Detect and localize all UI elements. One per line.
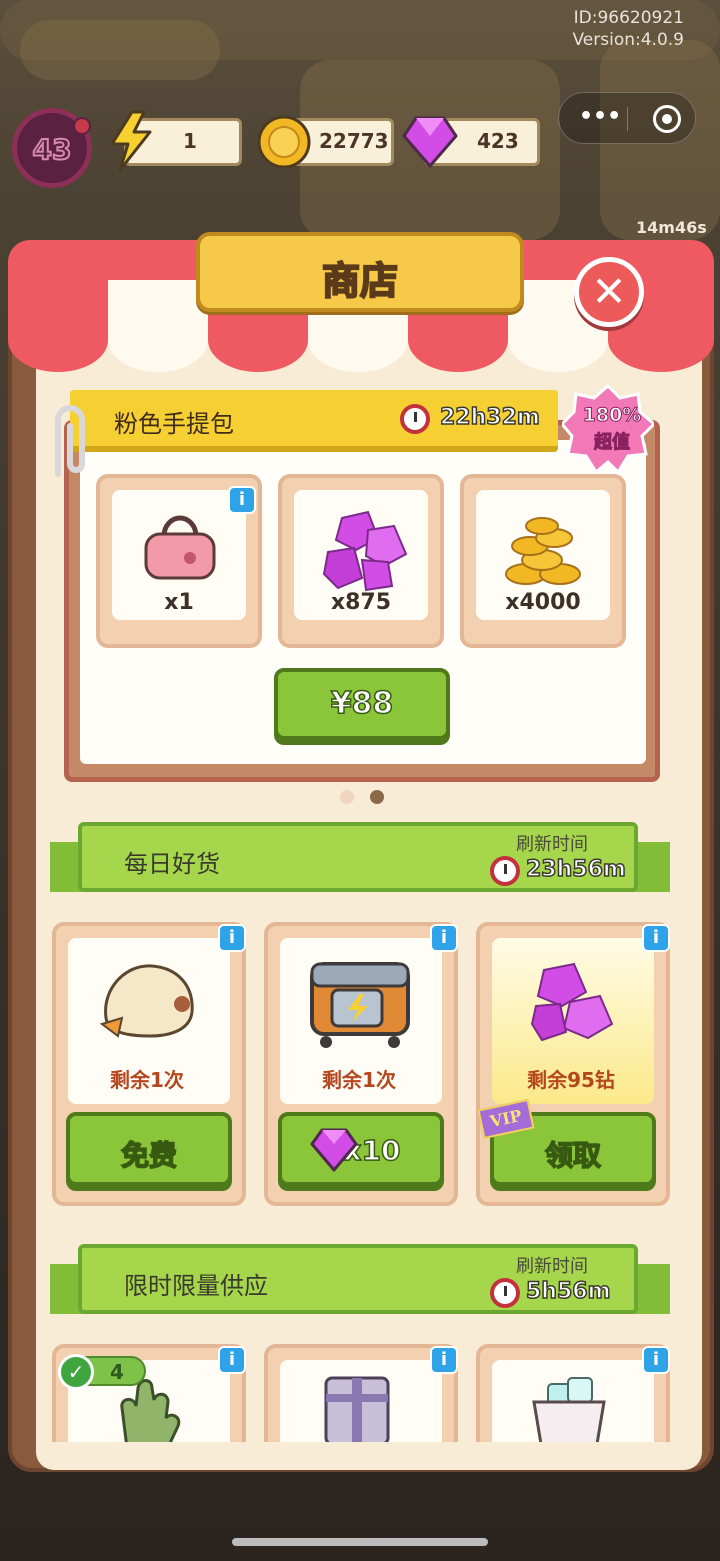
- value-badge-percent: 180%: [582, 404, 642, 427]
- daily-clock-icon: [490, 856, 520, 886]
- daily-title: 每日好货: [124, 850, 220, 878]
- bundle-price: ¥88: [330, 685, 394, 722]
- vip-claim-label: 领取: [544, 1138, 602, 1173]
- limited-title: 限时限量供应: [124, 1272, 268, 1300]
- close-icon: ✕: [591, 267, 627, 316]
- gem-purchase-button[interactable]: x10: [278, 1112, 444, 1186]
- bundle-buy-button[interactable]: ¥88: [274, 668, 450, 740]
- gem-icon: [402, 116, 458, 168]
- limited-timer: 5h56m: [525, 1278, 611, 1305]
- chick-pillow-icon: [99, 964, 194, 1038]
- info-icon[interactable]: i: [642, 924, 670, 952]
- limited-clock-icon: [490, 1278, 520, 1308]
- bundle-item-qty: x4000: [505, 590, 581, 615]
- info-icon[interactable]: i: [642, 1346, 670, 1374]
- lightning-icon: [110, 110, 152, 172]
- value-badge-text: 超值: [594, 432, 631, 454]
- info-icon[interactable]: i: [430, 1346, 458, 1374]
- player-level-text: 43: [32, 132, 73, 167]
- gems-value: 423: [477, 129, 519, 153]
- close-button[interactable]: ✕: [574, 257, 644, 327]
- paperclip-icon: [55, 405, 85, 477]
- bundle-item-qty: x875: [330, 590, 392, 615]
- gem-icon: [310, 1128, 358, 1172]
- coin-icon: [257, 115, 311, 169]
- bundle-timer: 22h32m: [439, 404, 540, 431]
- coin-pile-icon: [505, 517, 581, 585]
- info-icon[interactable]: i: [218, 924, 246, 952]
- owned-count-badge: ✓ 4: [58, 1354, 146, 1390]
- daily-timer: 23h56m: [525, 856, 626, 883]
- daily-remaining: 剩余1次: [322, 1068, 396, 1092]
- energy-value: 1: [183, 129, 197, 153]
- version-text: Version:4.0.9: [572, 30, 685, 50]
- bundle-clock-icon: [400, 404, 430, 434]
- coins-value: 22773: [319, 129, 389, 153]
- info-icon[interactable]: i: [430, 924, 458, 952]
- gift-box-icon: [324, 1376, 390, 1442]
- info-icon[interactable]: i: [218, 1346, 246, 1374]
- owned-count: 4: [110, 1360, 124, 1384]
- bundle-name: 粉色手提包: [114, 410, 234, 438]
- pink-handbag-icon: [144, 515, 216, 580]
- bundle-item-qty: x1: [164, 590, 194, 615]
- page-dot-1[interactable]: [340, 790, 354, 804]
- ice-bucket-icon: [532, 1377, 606, 1442]
- free-claim-button[interactable]: 免费: [66, 1112, 232, 1186]
- limited-refresh-label: 刷新时间: [516, 1256, 588, 1277]
- info-icon[interactable]: i: [228, 486, 256, 514]
- gem-icon: [530, 962, 614, 1042]
- garden-glove-icon: [120, 1379, 181, 1442]
- miniprogram-capsule: •••: [558, 92, 696, 144]
- check-icon: ✓: [58, 1354, 94, 1390]
- capsule-divider: [627, 107, 628, 131]
- daily-remaining: 剩余1次: [110, 1068, 184, 1092]
- free-claim-label: 免费: [120, 1138, 178, 1173]
- shop-title: 商店: [321, 258, 399, 304]
- energy-chest-icon: [310, 962, 410, 1048]
- shop-title-plate: 商店: [196, 232, 524, 312]
- player-id-text: ID:96620921: [573, 8, 684, 28]
- page-dot-2-active[interactable]: [370, 790, 384, 804]
- close-miniprogram-button[interactable]: [653, 105, 681, 133]
- background-timer: 14m46s: [636, 218, 707, 237]
- daily-refresh-label: 刷新时间: [516, 834, 588, 855]
- home-indicator[interactable]: [232, 1538, 488, 1546]
- gem-pile-icon: [322, 510, 408, 592]
- notification-dot: [73, 117, 91, 135]
- daily-remaining: 剩余95钻: [527, 1068, 615, 1092]
- more-menu-button[interactable]: •••: [579, 106, 621, 128]
- player-level-badge[interactable]: 43: [12, 108, 92, 188]
